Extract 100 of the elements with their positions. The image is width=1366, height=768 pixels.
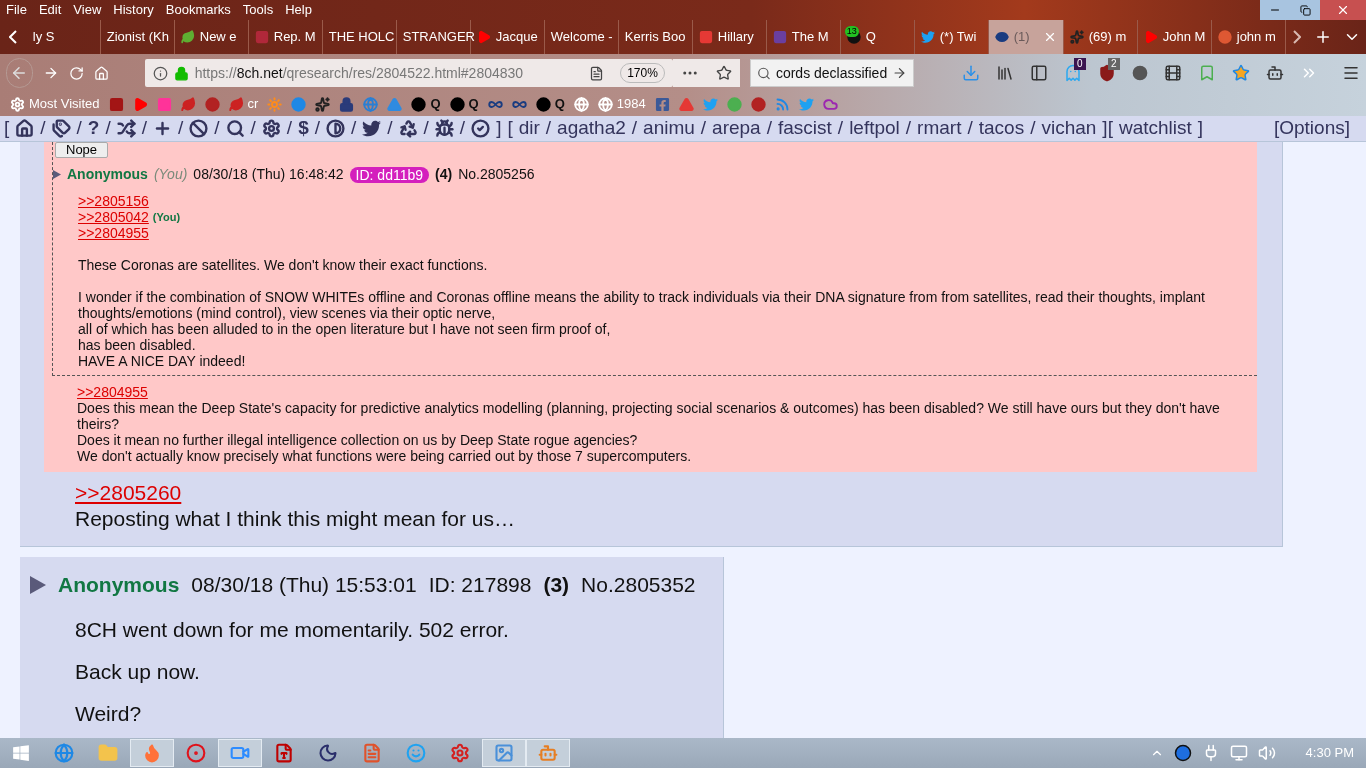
info-icon[interactable] xyxy=(152,65,168,81)
you-label: (You) xyxy=(152,210,181,225)
restore-icon xyxy=(1299,4,1311,16)
library-icon[interactable] xyxy=(996,64,1014,82)
taskbar-app-button[interactable] xyxy=(482,739,526,767)
tab-title: John M xyxy=(1162,28,1206,47)
reload-icon[interactable] xyxy=(68,64,84,82)
reader-view-icon[interactable] xyxy=(589,65,605,81)
separator: / xyxy=(905,116,912,141)
menu-item[interactable]: Help xyxy=(285,0,312,20)
reply-count: (4) xyxy=(435,165,453,184)
menu-item[interactable]: History xyxy=(113,0,154,20)
board-link[interactable]: arepa xyxy=(712,116,761,143)
menu-item[interactable]: File xyxy=(6,0,27,20)
tags-icon[interactable] xyxy=(51,119,71,138)
menu-item[interactable]: Edit xyxy=(38,0,62,20)
bracket: ][ xyxy=(1102,116,1113,141)
separator: / xyxy=(314,116,320,141)
tab-title: Kerris Boo xyxy=(624,28,686,47)
board-link[interactable]: rmart xyxy=(917,116,962,143)
bug-icon[interactable] xyxy=(434,119,454,138)
taskbar-app-button[interactable] xyxy=(218,739,262,767)
ban-icon[interactable] xyxy=(189,119,209,138)
tab-title: Rep. M xyxy=(273,28,316,47)
watchlist-link[interactable]: watchlist xyxy=(1118,116,1192,143)
recycle-icon[interactable] xyxy=(398,119,418,138)
separator: / xyxy=(387,116,393,141)
expand-triangle-icon[interactable] xyxy=(53,170,61,179)
menu-icon[interactable] xyxy=(1342,64,1360,82)
nav-link[interactable]: $ xyxy=(298,116,309,143)
separator: / xyxy=(423,116,429,141)
tray-app-icon[interactable] xyxy=(1173,744,1192,762)
bookmark-label[interactable]: Q xyxy=(430,94,441,114)
tab-title: THE HOLC xyxy=(328,28,395,47)
separator: / xyxy=(141,116,147,141)
post-text: Does it mean no further illegal intelligence collection on us by Deep State rogue agencies? xyxy=(77,432,639,448)
quote-link[interactable]: >>2804955 xyxy=(78,225,149,241)
contrast-icon[interactable] xyxy=(326,119,345,138)
nav-link[interactable]: ? xyxy=(87,116,100,143)
bracket: [ xyxy=(507,116,513,141)
board-link[interactable]: fascist xyxy=(778,116,832,143)
separator: / xyxy=(766,116,772,141)
board-link[interactable]: dir xyxy=(518,116,540,143)
chevron-right-icon xyxy=(1293,30,1302,44)
bookmark-label[interactable]: Q xyxy=(554,94,565,114)
board-link[interactable]: leftpol xyxy=(849,116,900,143)
post-text: Back up now. xyxy=(75,658,201,685)
bracket: ] xyxy=(1197,116,1204,141)
expand-triangle-icon[interactable] xyxy=(30,575,46,594)
lock-icon xyxy=(173,65,189,81)
reply-count: (3) xyxy=(543,572,570,598)
search-icon xyxy=(757,65,771,81)
robot-icon[interactable] xyxy=(1266,64,1284,82)
menu-item[interactable]: Tools xyxy=(242,0,274,20)
post-number-link[interactable]: No.2805256 xyxy=(458,164,535,185)
board-link[interactable]: vichan xyxy=(1041,116,1097,143)
shuffle-icon[interactable] xyxy=(116,119,136,138)
poster-name: Anonymous xyxy=(67,165,148,184)
plus-icon xyxy=(1314,28,1332,46)
sidebar-icon[interactable] xyxy=(1030,64,1048,82)
separator: / xyxy=(214,116,220,141)
bird-icon[interactable] xyxy=(362,119,382,138)
separator: / xyxy=(1030,116,1036,141)
board-link[interactable]: animu xyxy=(643,116,695,143)
quote-link[interactable]: >>2804955 xyxy=(77,384,148,400)
separator: / xyxy=(967,116,973,141)
film-reel-icon[interactable] xyxy=(1164,64,1182,82)
check-icon[interactable] xyxy=(471,119,491,138)
go-arrow-icon[interactable] xyxy=(892,65,907,81)
tab-title: Zionist (Kh xyxy=(106,28,169,47)
star-icon[interactable] xyxy=(1232,64,1250,82)
plus-icon[interactable] xyxy=(153,119,172,138)
menu-item[interactable]: Bookmarks xyxy=(165,0,231,20)
chevron-left-icon xyxy=(9,30,18,44)
board-link[interactable]: tacos xyxy=(978,116,1025,143)
shield-count-badge: 2 xyxy=(1108,58,1120,70)
address-field[interactable]: https://8ch.net/qresearch/res/2804522.html#2804830 170% xyxy=(144,59,673,87)
bookmark-star-icon[interactable] xyxy=(715,65,732,81)
post-number-link[interactable]: No.2805352 xyxy=(581,569,696,601)
settings-icon[interactable] xyxy=(261,119,281,138)
quote-link[interactable]: >>2805260 xyxy=(75,480,182,506)
bookmark-label[interactable]: Q xyxy=(468,94,479,114)
separator: / xyxy=(459,116,466,141)
minimize-button[interactable] xyxy=(1260,0,1290,20)
separator: / xyxy=(631,116,638,141)
restore-button[interactable] xyxy=(1290,0,1320,20)
nope-button[interactable]: Nope xyxy=(55,142,109,158)
home-icon[interactable] xyxy=(15,119,35,138)
post-date: 08/30/18 (Thu) 15:53:01 xyxy=(191,572,417,598)
post-text: Reposting what I think this might mean for us… xyxy=(75,506,517,532)
bookmark-label[interactable]: Most Visited xyxy=(29,94,100,114)
quote-link[interactable]: >>2805156 xyxy=(78,193,149,209)
tab-title: Hillary xyxy=(717,28,754,47)
quote-link[interactable]: >>2805042 xyxy=(78,209,149,225)
search-field[interactable]: cords declassified xyxy=(750,59,914,87)
menu-item[interactable]: View xyxy=(73,0,102,20)
post-text: all of which has been alluded to in the open literature but I have not seen firm proof of, xyxy=(78,321,612,337)
search-icon[interactable] xyxy=(225,119,245,138)
board-link[interactable]: agatha2 xyxy=(557,116,626,143)
options-link[interactable]: [Options] xyxy=(1273,116,1350,143)
